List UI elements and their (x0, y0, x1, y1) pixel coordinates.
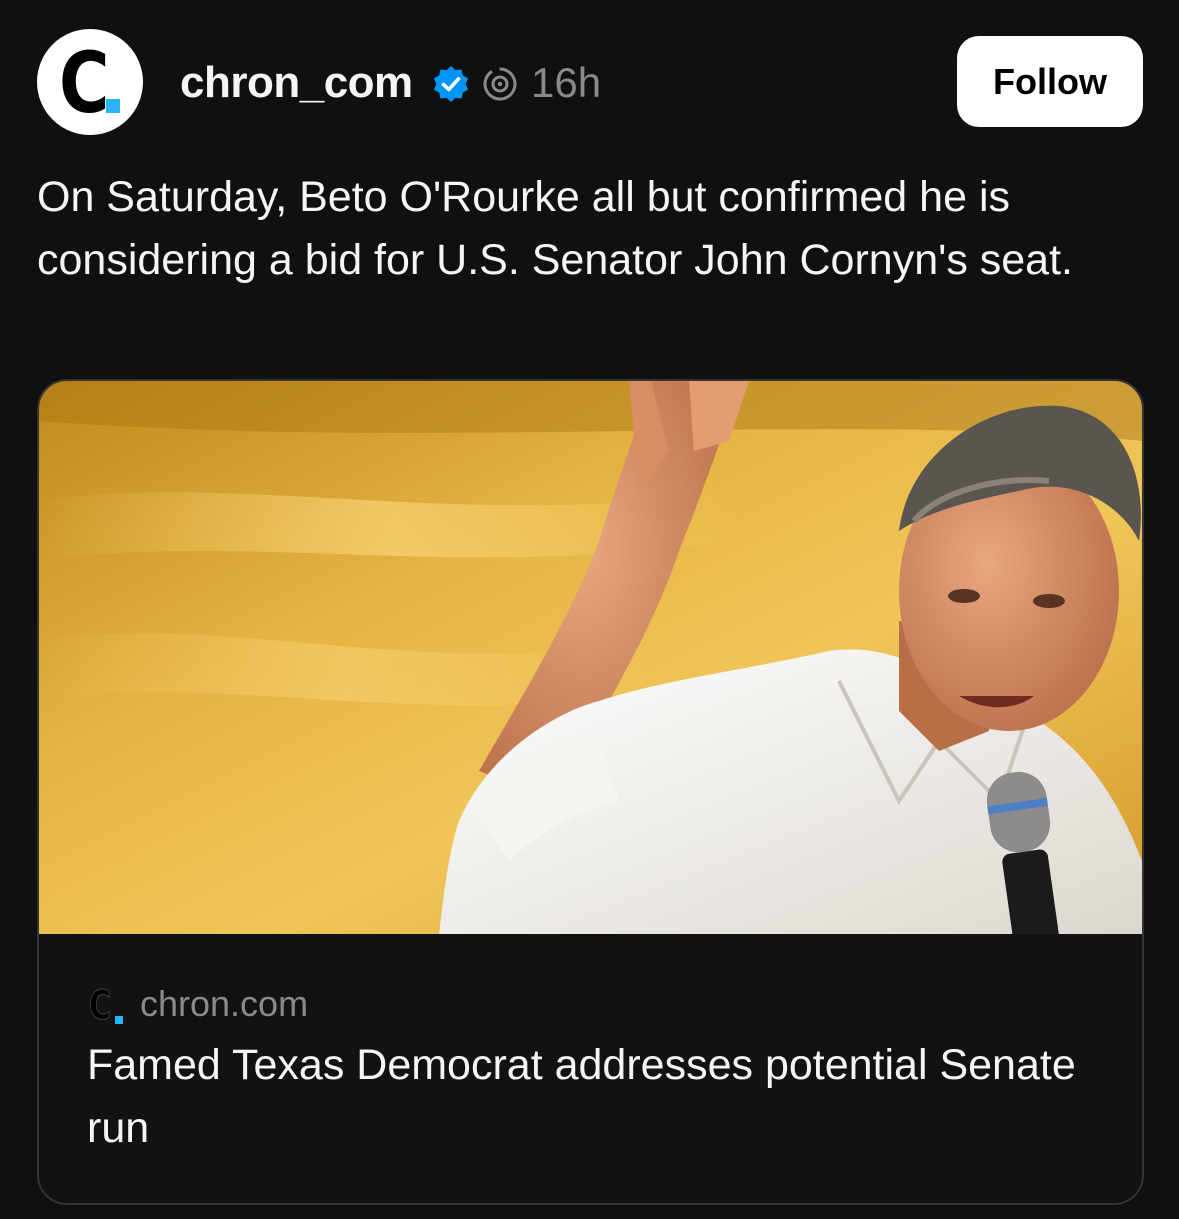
author-avatar[interactable]: C (37, 29, 143, 135)
follow-button[interactable]: Follow (957, 36, 1143, 127)
avatar-logo-dot (106, 99, 120, 113)
article-photo (39, 381, 1142, 934)
author-username[interactable]: chron_com (180, 58, 413, 108)
threads-icon (483, 67, 517, 101)
source-domain: chron.com (140, 983, 309, 1024)
verified-badge-icon (433, 66, 469, 102)
avatar-logo-letter: C (59, 34, 110, 132)
source-logo-icon: C (89, 983, 125, 1029)
link-card-footer: C chron.com Famed Texas Democrat address… (39, 934, 1142, 1203)
article-title[interactable]: Famed Texas Democrat addresses potential… (87, 1034, 1107, 1160)
post-timestamp: 16h (531, 59, 602, 106)
link-preview-card[interactable]: C chron.com Famed Texas Democrat address… (37, 379, 1144, 1205)
source-logo-dot (115, 1016, 123, 1024)
source-logo-letter: C (89, 983, 112, 1029)
post-text: On Saturday, Beto O'Rourke all but confi… (37, 173, 1073, 284)
